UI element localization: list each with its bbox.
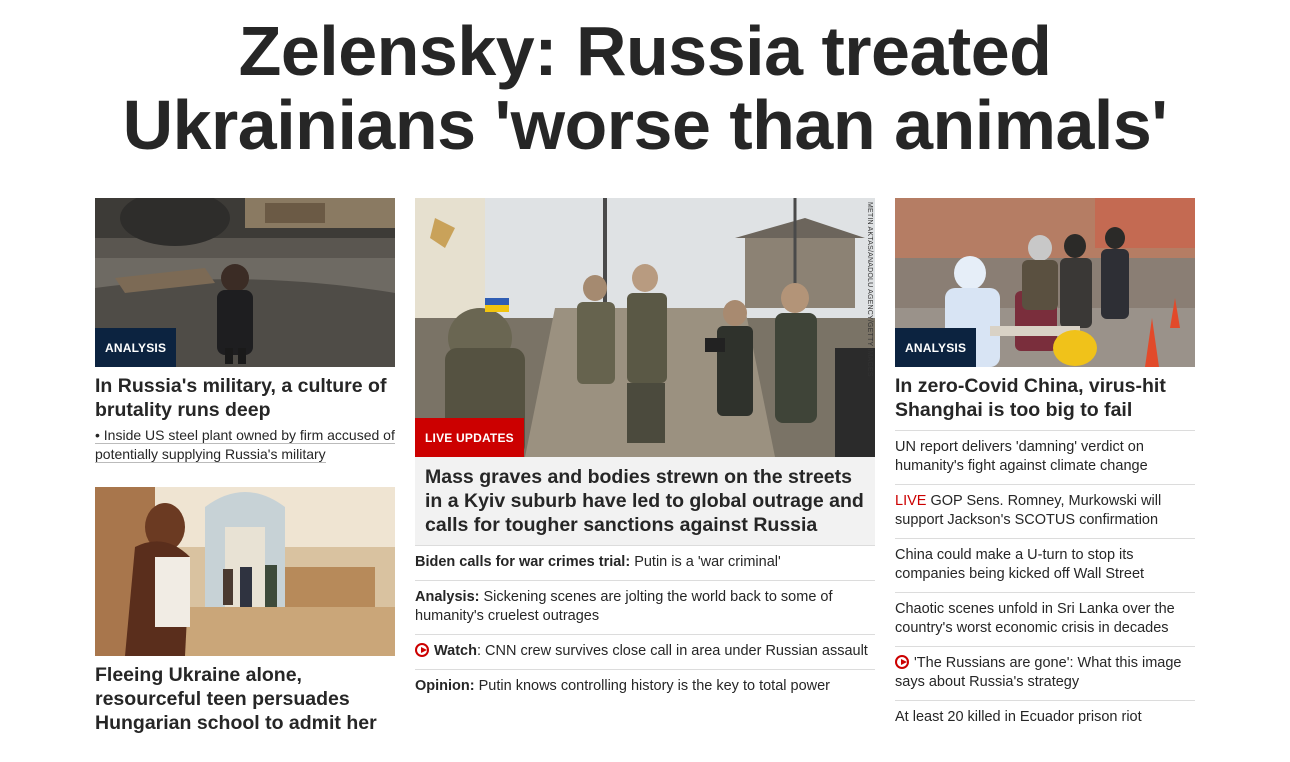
live-label: LIVE <box>895 493 927 509</box>
link-text: At least 20 killed in Ecuador prison rio… <box>895 709 1142 725</box>
steel-plant-link-text[interactable]: • Inside US steel plant owned by firm ac… <box>95 427 395 463</box>
analysis-badge: ANALYSIS <box>95 328 177 367</box>
kyiv-suburb-photo[interactable]: LIVE UPDATES <box>415 198 875 457</box>
steel-plant-link[interactable]: • Inside US steel plant owned by firm ac… <box>95 426 395 464</box>
link-text: Putin is a 'war criminal' <box>630 554 781 570</box>
link-text: GOP Sens. Romney, Murkowski will support… <box>895 493 1162 528</box>
play-icon <box>895 655 909 669</box>
link-text: 'The Russians are gone': What this image… <box>895 655 1182 690</box>
list-item[interactable]: At least 20 killed in Ecuador prison rio… <box>895 700 1195 735</box>
link-text: UN report delivers 'damning' verdict on … <box>895 439 1148 474</box>
photo-credit: METIN AKTAS/ANADOLU AGENCY/GETTY IMAGES <box>862 202 874 377</box>
link-prefix: Analysis: <box>415 589 480 605</box>
right-column: ANALYSIS In zero-Covid China, virus-hit … <box>895 198 1195 735</box>
list-item[interactable]: Opinion: Putin knows controlling history… <box>415 669 875 704</box>
ukraine-teen-headline[interactable]: Fleeing Ukraine alone, resourceful teen … <box>95 663 395 735</box>
list-item[interactable]: Analysis: Sickening scenes are jolting t… <box>415 580 875 634</box>
live-updates-badge: LIVE UPDATES <box>415 418 524 457</box>
list-item[interactable]: UN report delivers 'damning' verdict on … <box>895 430 1195 484</box>
russia-military-headline[interactable]: In Russia's military, a culture of bruta… <box>95 374 395 422</box>
right-links: UN report delivers 'damning' verdict on … <box>895 430 1195 735</box>
list-item[interactable]: Chaotic scenes unfold in Sri Lanka over … <box>895 592 1195 646</box>
list-item[interactable]: Watch: CNN crew survives close call in a… <box>415 634 875 669</box>
kyiv-suburb-headline[interactable]: Mass graves and bodies strewn on the str… <box>415 457 875 545</box>
main-headline[interactable]: Zelensky: Russia treated Ukrainians 'wor… <box>0 14 1290 162</box>
middle-column: LIVE UPDATES Mass graves and bodies stre… <box>415 198 875 704</box>
list-item[interactable]: LIVE GOP Sens. Romney, Murkowski will su… <box>895 484 1195 538</box>
kyiv-related-links: Biden calls for war crimes trial: Putin … <box>415 545 875 704</box>
headline-line-2[interactable]: Ukrainians 'worse than animals' <box>123 86 1168 164</box>
link-prefix: Biden calls for war crimes trial: <box>415 554 631 570</box>
list-item[interactable]: 'The Russians are gone': What this image… <box>895 646 1195 700</box>
analysis-badge: ANALYSIS <box>895 328 977 367</box>
list-item[interactable]: China could make a U-turn to stop its co… <box>895 538 1195 592</box>
link-text: Putin knows controlling history is the k… <box>474 678 831 694</box>
shanghai-covid-photo[interactable]: ANALYSIS <box>895 198 1195 367</box>
photo-credit-text: METIN AKTAS/ANADOLU AGENCY/GETTY IMAGES <box>866 202 873 377</box>
link-text: China could make a U-turn to stop its co… <box>895 547 1145 582</box>
ukraine-teen-photo[interactable] <box>95 487 395 656</box>
shanghai-headline[interactable]: In zero-Covid China, virus-hit Shanghai … <box>895 374 1195 422</box>
link-text: : CNN crew survives close call in area u… <box>476 643 868 659</box>
left-column: ANALYSIS In Russia's military, a culture… <box>95 198 395 735</box>
list-item[interactable]: Biden calls for war crimes trial: Putin … <box>415 545 875 580</box>
play-icon <box>415 643 429 657</box>
russia-military-photo[interactable]: ANALYSIS <box>95 198 395 367</box>
link-prefix: Watch <box>434 643 477 659</box>
link-prefix: Opinion: <box>415 678 475 694</box>
link-text: Chaotic scenes unfold in Sri Lanka over … <box>895 601 1175 636</box>
headline-line-1[interactable]: Zelensky: Russia treated <box>239 12 1052 90</box>
